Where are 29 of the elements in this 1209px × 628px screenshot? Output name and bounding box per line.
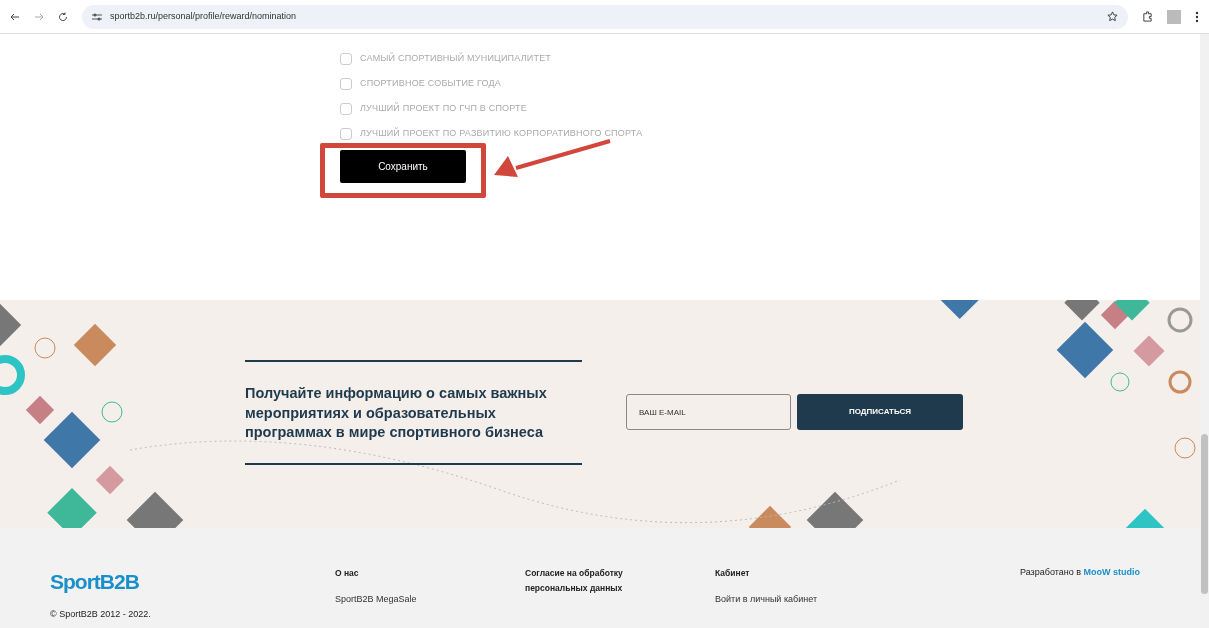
- nomination-label: ЛУЧШИЙ ПРОЕКТ ПО ГЧП В СПОРТЕ: [360, 101, 527, 115]
- menu-icon[interactable]: [1195, 10, 1199, 23]
- star-icon[interactable]: [1107, 11, 1118, 22]
- checkbox[interactable]: [340, 52, 352, 65]
- footer-heading[interactable]: Кабинет: [715, 566, 835, 582]
- footer-heading[interactable]: О нас: [335, 566, 455, 582]
- back-icon[interactable]: [10, 11, 20, 22]
- checkbox[interactable]: [340, 102, 352, 115]
- copyright-text: © SportB2B 2012 - 2022.: [50, 607, 152, 621]
- footer-link[interactable]: Войти в личный кабинет: [715, 593, 818, 607]
- scrollbar-thumb[interactable]: [1201, 434, 1208, 594]
- forward-icon[interactable]: [34, 11, 44, 22]
- nomination-label: СПОРТИВНОЕ СОБЫТИЕ ГОДА: [360, 76, 502, 90]
- footer-heading[interactable]: Согласие на обработку персональных данных: [525, 566, 645, 597]
- site-settings-icon[interactable]: [92, 12, 102, 21]
- nomination-label: ЛУЧШИЙ ПРОЕКТ ПО РАЗВИТИЮ КОРПОРАТИВНОГО СПОРТА: [360, 126, 643, 140]
- profile-avatar[interactable]: [1167, 9, 1181, 24]
- save-button[interactable]: Сохранить: [340, 150, 466, 183]
- extensions-icon[interactable]: [1142, 11, 1153, 22]
- subscribe-button[interactable]: ПОДПИСАТЬСЯ: [797, 394, 963, 431]
- footer-link[interactable]: SportB2B MegaSale: [335, 593, 417, 607]
- nomination-label: САМЫЙ СПОРТИВНЫЙ МУНИЦИПАЛИТЕТ: [360, 51, 552, 65]
- reload-icon[interactable]: [58, 11, 68, 22]
- email-field[interactable]: ВАШ E-MAIL: [626, 394, 791, 431]
- checkbox[interactable]: [340, 127, 352, 140]
- subscribe-heading: Получайте информацию о самых важных мероприятиях и образовательных программах в мире спортивного бизнеса: [245, 384, 548, 443]
- checkbox[interactable]: [340, 77, 352, 90]
- credit-text: Разработано в: [1020, 567, 1081, 577]
- url-text[interactable]: sportb2b.ru/personal/profile/reward/nomination: [110, 9, 297, 24]
